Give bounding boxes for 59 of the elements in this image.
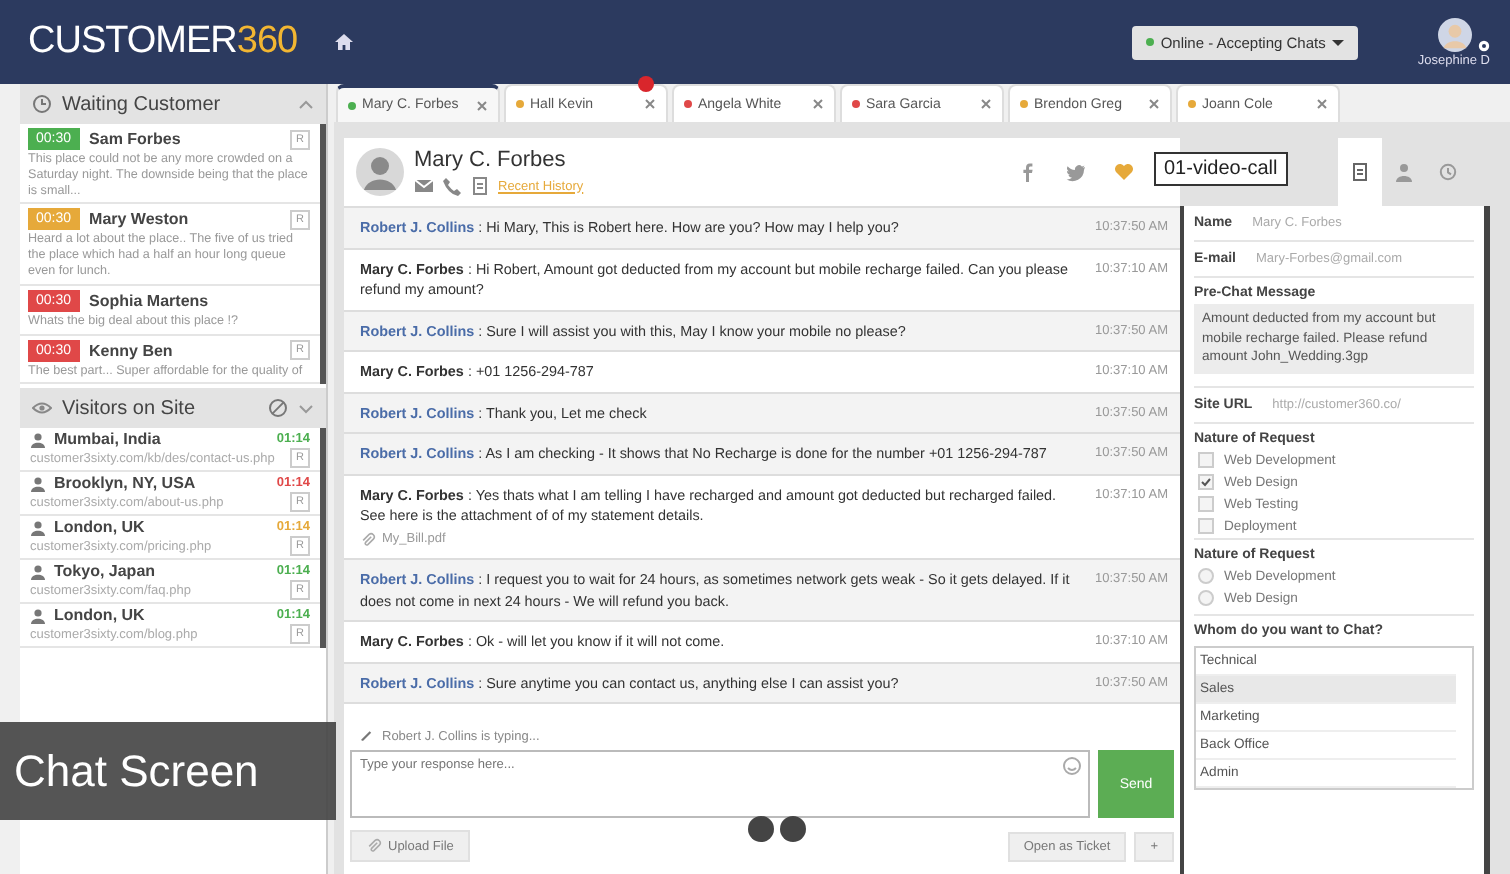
person-icon [30, 431, 46, 448]
customer-name: Kenny Ben [89, 341, 175, 360]
close-icon [644, 98, 656, 110]
visitor-location: Brooklyn, NY, USA [54, 474, 198, 493]
pencil-icon [360, 728, 376, 744]
heart-icon [1114, 162, 1134, 182]
checkbox[interactable] [1198, 496, 1214, 512]
expand-icon [298, 402, 314, 415]
history-icon [1438, 162, 1458, 182]
twitter-icon [1066, 162, 1086, 182]
person-icon [1394, 162, 1414, 182]
close-icon [812, 98, 824, 110]
paperclip-icon [360, 531, 376, 548]
mail-icon [414, 176, 434, 196]
checkbox[interactable] [1198, 474, 1214, 490]
visitor-location: London, UK [54, 606, 147, 625]
checkbox[interactable] [1198, 452, 1214, 468]
person-icon [30, 475, 46, 492]
panel-title: Waiting Customer [62, 93, 223, 115]
settings-icon [1478, 39, 1490, 51]
facebook-icon [1018, 162, 1038, 182]
customer-name: Sam Forbes [89, 130, 183, 148]
avatar-icon [356, 148, 404, 196]
visitor-location: Mumbai, India [54, 430, 163, 449]
radio-button[interactable] [1198, 590, 1214, 606]
tooltip: 01-video-call [1154, 152, 1288, 186]
close-icon [1316, 98, 1328, 110]
person-icon [30, 563, 46, 580]
notes-icon [1350, 162, 1370, 182]
home-icon [333, 32, 354, 52]
eye-icon [32, 398, 52, 419]
panel-tab[interactable] [1338, 138, 1382, 206]
panel-title: Visitors on Site [62, 397, 198, 420]
collapse-icon [298, 98, 314, 110]
avatar-icon [1438, 17, 1472, 51]
customer-name: Sophia Martens [89, 291, 211, 310]
document-icon [470, 176, 490, 196]
person-icon [30, 607, 46, 624]
check-icon [1200, 476, 1212, 488]
phone-icon [442, 176, 462, 196]
customer-name: Mary C. Forbes [414, 148, 568, 172]
close-icon [476, 99, 488, 111]
visitor-location: London, UK [54, 518, 147, 537]
person-icon [30, 519, 46, 536]
logo: CUSTOMER360 [28, 20, 298, 64]
checkbox[interactable] [1198, 518, 1214, 534]
paperclip-icon [366, 838, 382, 854]
caption: Chat Screen [0, 722, 336, 820]
emoji-icon [1062, 756, 1082, 776]
block-icon [268, 398, 288, 419]
radio-button[interactable] [1198, 568, 1214, 584]
clock-icon [32, 94, 52, 114]
close-icon [980, 98, 992, 110]
customer-name: Mary Weston [89, 210, 191, 229]
panel-header[interactable]: Visitors on Site [20, 388, 326, 429]
caret-icon [1331, 39, 1344, 45]
close-icon [1148, 98, 1160, 110]
panel-header[interactable]: Waiting Customer [20, 84, 326, 124]
visitor-location: Tokyo, Japan [54, 562, 158, 581]
